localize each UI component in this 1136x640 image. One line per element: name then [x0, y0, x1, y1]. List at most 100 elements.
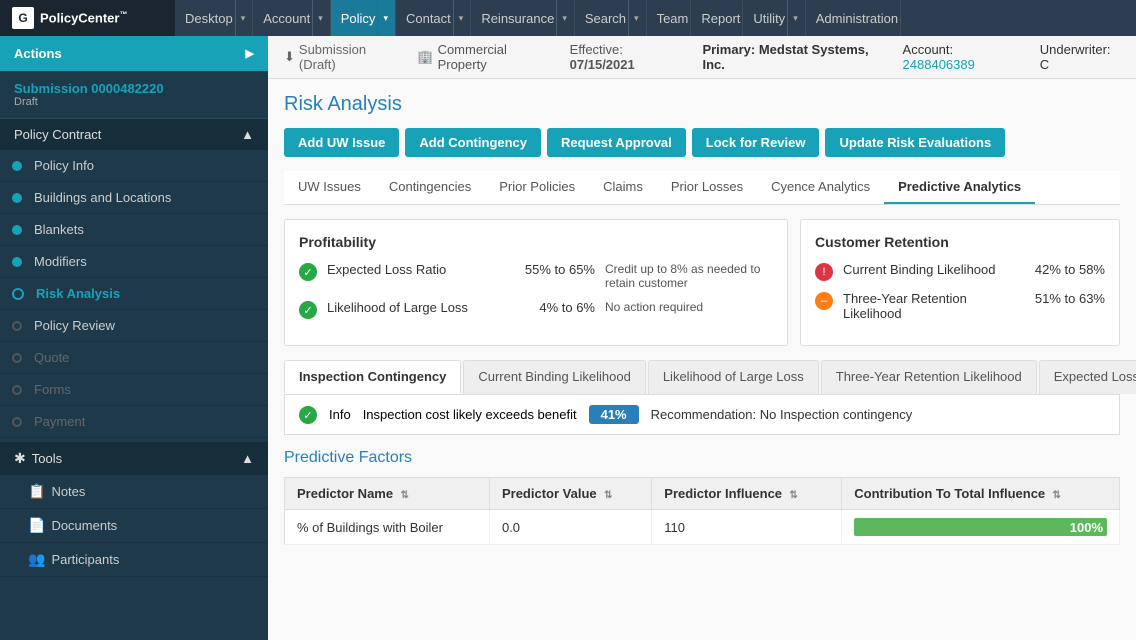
chevron-down-icon: ▾ [312, 0, 328, 36]
inner-tab-binding[interactable]: Current Binding Likelihood [463, 360, 645, 394]
tab-contingencies[interactable]: Contingencies [375, 171, 485, 204]
nav-item-administration[interactable]: Administration [806, 0, 901, 36]
sidebar-item-documents[interactable]: 📄 Documents [0, 509, 268, 543]
sidebar-item-policy-review[interactable]: Policy Review [0, 310, 268, 342]
inner-tab-large-loss[interactable]: Likelihood of Large Loss [648, 360, 819, 394]
nav-item-search[interactable]: Search ▾ [575, 0, 647, 36]
expected-loss-ratio-label: Expected Loss Ratio [327, 262, 495, 277]
chevron-down-icon: ▾ [453, 0, 469, 36]
col-predictor-value: Predictor Value ⇅ [489, 478, 651, 510]
tab-cyence-analytics[interactable]: Cyence Analytics [757, 171, 884, 204]
nav-item-reinsurance[interactable]: Reinsurance ▾ [471, 0, 575, 36]
chevron-down-icon: ▾ [377, 0, 393, 36]
actions-label: Actions [14, 46, 62, 61]
sidebar-item-blankets[interactable]: Blankets [0, 214, 268, 246]
info-label: Info [329, 407, 351, 422]
inner-tab-expected-loss[interactable]: Expected Loss Ratio [1039, 360, 1136, 394]
top-nav: G PolicyCenter™ Desktop ▾ Account ▾ Poli… [0, 0, 1136, 36]
update-risk-evaluations-button[interactable]: Update Risk Evaluations [825, 128, 1005, 157]
tab-claims[interactable]: Claims [589, 171, 657, 204]
likelihood-large-loss-note: No action required [605, 300, 773, 314]
col-predictor-name: Predictor Name ⇅ [285, 478, 490, 510]
sort-icon[interactable]: ⇅ [789, 490, 797, 501]
contribution-fill: 100% [854, 518, 1107, 536]
sidebar-item-modifiers[interactable]: Modifiers [0, 246, 268, 278]
retention-likelihood-label: Three-Year Retention Likelihood [843, 291, 1005, 321]
sidebar-item-notes[interactable]: 📋 Notes [0, 475, 268, 509]
page-content: Risk Analysis Add UW Issue Add Contingen… [268, 79, 1136, 640]
chevron-up-icon: ▲ [241, 127, 254, 142]
dot-empty-icon [12, 385, 22, 395]
sort-icon[interactable]: ⇅ [604, 490, 612, 501]
tab-prior-policies[interactable]: Prior Policies [485, 171, 589, 204]
tools-header[interactable]: ✱ Tools ▲ [0, 442, 268, 475]
green-check-icon: ✓ [299, 263, 317, 281]
sidebar-item-quote[interactable]: Quote [0, 342, 268, 374]
tab-bar: UW Issues Contingencies Prior Policies C… [284, 171, 1120, 205]
sidebar: Actions ▶ Submission 0000482220 Draft Po… [0, 36, 268, 640]
likelihood-large-loss-row: ✓ Likelihood of Large Loss 4% to 6% No a… [299, 300, 773, 319]
sidebar-item-participants[interactable]: 👥 Participants [0, 543, 268, 577]
sort-icon[interactable]: ⇅ [400, 490, 408, 501]
nav-item-contact[interactable]: Contact ▾ [396, 0, 471, 36]
chevron-up-icon: ▲ [241, 451, 254, 466]
predictive-factors-section: Predictive Factors Predictor Name ⇅ Pred… [284, 449, 1120, 545]
expected-loss-ratio-row: ✓ Expected Loss Ratio 55% to 65% Credit … [299, 262, 773, 290]
recommendation-text: Recommendation: No Inspection contingenc… [651, 407, 913, 422]
col-predictor-influence: Predictor Influence ⇅ [652, 478, 842, 510]
table-row: % of Buildings with Boiler 0.0 110 100% [285, 510, 1120, 545]
contribution-cell: 100% [842, 510, 1120, 545]
retention-likelihood-value: 51% to 63% [1015, 291, 1105, 306]
lock-for-review-button[interactable]: Lock for Review [692, 128, 820, 157]
nav-item-policy[interactable]: Policy ▾ [331, 0, 396, 36]
inner-tab-retention[interactable]: Three-Year Retention Likelihood [821, 360, 1037, 394]
red-error-icon: ! [815, 263, 833, 281]
account-number: Account: 2488406389 [903, 42, 1024, 72]
info-percentage-badge: 41% [589, 405, 639, 424]
inner-tab-bar: Inspection Contingency Current Binding L… [284, 360, 1120, 395]
participants-icon: 👥 [28, 551, 45, 568]
property-badge: 🏢 Commercial Property [417, 42, 553, 72]
nav-item-utility[interactable]: Utility ▾ [743, 0, 805, 36]
request-approval-button[interactable]: Request Approval [547, 128, 686, 157]
effective-date: Effective: 07/15/2021 [570, 42, 687, 72]
chevron-down-icon: ▾ [556, 0, 572, 36]
inner-tab-inspection[interactable]: Inspection Contingency [284, 360, 461, 394]
tab-uw-issues[interactable]: UW Issues [284, 171, 375, 204]
submission-info: Submission 0000482220 Draft [0, 71, 268, 119]
retention-likelihood-row: – Three-Year Retention Likelihood 51% to… [815, 291, 1105, 321]
dot-empty-icon [12, 353, 22, 363]
policy-contract-header[interactable]: Policy Contract ▲ [0, 119, 268, 150]
tab-predictive-analytics[interactable]: Predictive Analytics [884, 171, 1035, 204]
primary-insured: Primary: Medstat Systems, Inc. [702, 42, 886, 72]
predictor-name-cell: % of Buildings with Boiler [285, 510, 490, 545]
brand-name: PolicyCenter™ [40, 10, 127, 25]
brand-logo[interactable]: G PolicyCenter™ [0, 0, 175, 36]
submission-status: Draft [14, 96, 254, 108]
sidebar-item-forms[interactable]: Forms [0, 374, 268, 406]
predictive-factors-title: Predictive Factors [284, 449, 1120, 467]
profitability-card: Profitability ✓ Expected Loss Ratio 55% … [284, 219, 788, 346]
main-layout: Actions ▶ Submission 0000482220 Draft Po… [0, 36, 1136, 640]
policy-contract-label: Policy Contract [14, 127, 101, 142]
sidebar-item-policy-info[interactable]: Policy Info [0, 150, 268, 182]
likelihood-large-loss-value: 4% to 6% [505, 300, 595, 315]
sidebar-item-payment[interactable]: Payment [0, 406, 268, 438]
dot-empty-icon [12, 321, 22, 331]
tab-prior-losses[interactable]: Prior Losses [657, 171, 757, 204]
sidebar-item-buildings-locations[interactable]: Buildings and Locations [0, 182, 268, 214]
nav-item-report[interactable]: Report [691, 0, 743, 36]
sort-icon[interactable]: ⇅ [1053, 490, 1061, 501]
nav-item-desktop[interactable]: Desktop ▾ [175, 0, 253, 36]
actions-header[interactable]: Actions ▶ [0, 36, 268, 71]
sidebar-item-risk-analysis[interactable]: Risk Analysis [0, 278, 268, 310]
nav-item-team[interactable]: Team [647, 0, 692, 36]
contribution-bar: 100% [854, 518, 1107, 536]
download-icon: ⬇ [284, 49, 295, 65]
dot-outline-icon [12, 288, 24, 300]
orange-warning-icon: – [815, 292, 833, 310]
add-uw-issue-button[interactable]: Add UW Issue [284, 128, 399, 157]
submission-badge: ⬇ Submission (Draft) [284, 42, 401, 72]
add-contingency-button[interactable]: Add Contingency [405, 128, 541, 157]
nav-item-account[interactable]: Account ▾ [253, 0, 331, 36]
